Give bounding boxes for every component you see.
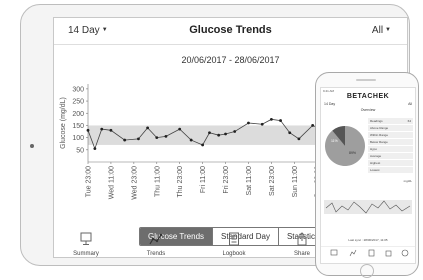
data-point [146, 126, 149, 130]
phone-stat-row: Readings 64 [368, 118, 413, 125]
y-tick-label: 200 [72, 111, 84, 118]
y-axis-label: Glucose (mg/dL) [60, 97, 67, 149]
x-tick-label: Wed 11:00 [108, 166, 115, 199]
app-logo: BETACHEK [346, 93, 390, 100]
phone-home-button[interactable] [360, 264, 374, 278]
pie-label-small: 11% [331, 139, 338, 143]
nav-trends[interactable]: Trends [126, 232, 186, 257]
phone-stat-label: Below Range [370, 140, 388, 144]
phone-stat-value: 64 [407, 119, 411, 123]
data-point [164, 135, 168, 138]
data-point [109, 128, 113, 132]
logbook-icon [229, 232, 239, 246]
nav-logbook[interactable]: Logbook [204, 232, 264, 257]
x-tick-label: Fri 23:00 [223, 166, 230, 194]
phone-stat-row: Below Range [368, 139, 413, 146]
data-point [123, 138, 127, 142]
y-tick-label: 50 [76, 147, 84, 154]
data-point [208, 131, 211, 135]
tablet-camera [30, 144, 34, 148]
data-point [155, 136, 159, 140]
pie-label-large: 89% [349, 151, 356, 155]
data-point [269, 117, 273, 121]
chevron-down-icon: ▼ [385, 27, 391, 33]
data-point [201, 143, 205, 147]
filter-dropdown[interactable]: All ▼ [372, 25, 391, 36]
y-tick-label: 250 [72, 99, 84, 106]
data-point [217, 133, 221, 137]
phone-stat-row: Average [368, 153, 413, 160]
phone-pie-chart: 11% 89% [325, 126, 365, 166]
phone-mini-trend [324, 200, 412, 214]
x-tick-label: Thu 11:00 [154, 166, 161, 197]
trends-icon [149, 233, 163, 245]
data-point [137, 137, 140, 141]
data-point [311, 124, 315, 127]
x-tick-label: Fri 11:00 [200, 166, 207, 193]
data-point [93, 147, 97, 150]
data-point [297, 137, 301, 141]
phone-tab-bar [321, 246, 415, 257]
y-tick-label: 100 [72, 135, 84, 142]
data-point [189, 138, 193, 142]
phone-stat-label: Within Range [370, 133, 389, 137]
data-point [247, 121, 250, 125]
phone-unit: mg/dL [403, 179, 412, 183]
phone-stat-label: Lowest [370, 168, 380, 172]
x-tick-label: Tue 23:00 [86, 166, 93, 197]
date-range: 20/06/2017 - 28/06/2017 [181, 55, 280, 65]
phone-stat-row: Highest [368, 160, 413, 167]
phone-device: 9:41 AM BETACHEK 14 Day All Overview 11%… [315, 72, 419, 278]
data-point [260, 122, 264, 126]
phone-stat-row: Lowest [368, 167, 413, 174]
phone-last-sync: Last sync : 28/06/2017, 11:05 [348, 238, 388, 242]
filter-label: All [371, 25, 384, 36]
nav-summary[interactable]: Summary [56, 232, 116, 257]
phone-filter-dropdown[interactable]: All [408, 102, 412, 106]
data-point [86, 128, 90, 132]
data-point [178, 127, 182, 131]
phone-stat-row: Above Range [368, 125, 413, 132]
nav-trends-label: Trends [146, 251, 166, 257]
phone-stat-label: Hypo [370, 147, 378, 151]
data-point [233, 130, 237, 133]
data-point [224, 132, 227, 136]
share-icon [297, 232, 307, 246]
top-bar: 14 Day ▼ Glucose Trends All ▼ [54, 18, 407, 45]
phone-speaker [356, 79, 376, 81]
x-tick-label: Thu 23:00 [177, 166, 184, 198]
phone-stat-row: Within Range [368, 132, 413, 139]
x-tick-label: Sat 23:00 [269, 166, 276, 196]
phone-stat-label: Above Range [370, 126, 389, 130]
nav-logbook-label: Logbook [222, 251, 246, 257]
data-point [288, 131, 292, 135]
data-point [279, 119, 282, 122]
phone-range-dropdown[interactable]: 14 Day [324, 102, 335, 106]
x-tick-label: Sat 11:00 [246, 166, 253, 196]
page-title: Glucose Trends [189, 24, 272, 36]
y-tick-label: 300 [72, 86, 84, 93]
phone-overview-title: Overview [360, 108, 376, 112]
x-tick-label: Sun 11:00 [292, 166, 299, 198]
y-tick-label: 150 [72, 123, 84, 130]
phone-stat-label: Average [370, 154, 382, 158]
summary-icon [80, 232, 92, 245]
phone-stat-row: Hypo [368, 146, 413, 153]
phone-stat-label: Highest [370, 161, 381, 165]
phone-screen: 9:41 AM BETACHEK 14 Day All Overview 11%… [320, 87, 416, 264]
data-point [100, 127, 104, 131]
nav-summary-label: Summary [73, 251, 99, 257]
phone-stat-label: Readings [370, 119, 383, 123]
x-tick-label: Wed 23:00 [131, 166, 138, 200]
